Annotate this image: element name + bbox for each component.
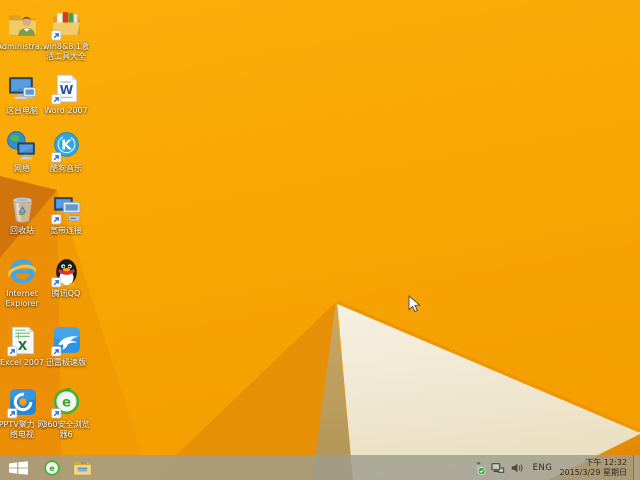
pptv-icon <box>6 389 36 419</box>
taskbar-clock[interactable]: 下午 12:32 2015/3/29 星期日 <box>559 458 627 477</box>
system-tray: ENG 下午 12:32 2015/3/29 星期日 <box>470 455 640 480</box>
desktop-icon-label: 腾讯QQ <box>51 289 81 298</box>
desktop-icon-label: 宽带连接 <box>50 226 82 235</box>
svg-text:e: e <box>49 464 54 473</box>
recycle-bin-icon <box>12 197 32 223</box>
desktop-icon-label: 360安全浏览器6 <box>42 420 90 439</box>
svg-text:e: e <box>61 396 70 411</box>
clock-date: 2015/3/29 星期日 <box>559 467 627 477</box>
books-folder-icon <box>50 12 80 41</box>
thunder-icon <box>50 327 80 357</box>
start-button[interactable] <box>0 455 37 480</box>
desktop-icon-tencent-qq[interactable]: 腾讯QQ <box>44 255 88 299</box>
internet-explorer-icon <box>7 259 36 284</box>
user-folder-icon <box>8 15 36 36</box>
desktop-icon-this-pc[interactable]: 这台电脑 <box>0 72 44 116</box>
desktop-icon-label: Word 2007 <box>44 106 88 115</box>
desktop-icon-broadband[interactable]: 宽带连接 <box>44 192 88 236</box>
word-icon: W <box>50 74 77 105</box>
desktop-icon-recycle-bin[interactable]: 回收站 <box>0 192 44 236</box>
taskbar: e ENG 下午 12:32 2015/3/29 星期日 <box>0 455 640 480</box>
language-indicator[interactable]: ENG <box>533 463 553 473</box>
taskbar-file-explorer[interactable] <box>67 455 97 480</box>
mouse-cursor <box>408 295 421 313</box>
desktop-icon-thunder[interactable]: 迅雷极速版 <box>44 324 88 368</box>
desktop-icon-label: win8&8.1激活工具大全 <box>43 42 89 61</box>
svg-text:K: K <box>61 139 72 154</box>
desktop-icon-internet-explorer[interactable]: Internet Explorer <box>0 255 44 309</box>
desktop-icon-label: 酷狗音乐 <box>50 164 82 173</box>
windows-logo-icon <box>9 460 28 475</box>
desktop-icon-excel-2007[interactable]: X Excel 2007 <box>0 324 44 368</box>
desktop-icon-administrator[interactable]: Administra... <box>0 8 47 52</box>
taskbar-360-browser[interactable]: e <box>37 455 67 480</box>
desktop-icon-360-browser[interactable]: e 360安全浏览器6 <box>42 386 90 440</box>
svg-text:X: X <box>17 339 27 353</box>
desktop-icon-label: 迅雷极速版 <box>46 358 86 367</box>
360-browser-icon: e <box>44 459 60 476</box>
usb-safely-remove-icon[interactable] <box>472 461 486 475</box>
clock-time: 下午 12:32 <box>585 458 627 467</box>
this-pc-icon <box>8 77 36 100</box>
svg-text:W: W <box>59 83 73 97</box>
volume-icon[interactable] <box>510 461 524 475</box>
network-icon <box>6 131 35 160</box>
file-explorer-icon <box>73 461 91 475</box>
excel-icon: X <box>6 326 34 357</box>
network-status-icon[interactable] <box>491 461 505 475</box>
qq-icon <box>50 259 77 288</box>
broadband-icon <box>50 197 80 225</box>
desktop-icon-pptv[interactable]: PPTV聚力 网络电视 <box>0 386 45 440</box>
show-desktop-button[interactable] <box>633 455 640 480</box>
360-browser-icon: e <box>50 387 79 419</box>
desktop-icon-network[interactable]: 网络 <box>0 130 44 174</box>
desktop-icon-word-2007[interactable]: W Word 2007 <box>44 72 88 116</box>
desktop-icon-kugou[interactable]: K 酷狗音乐 <box>44 130 88 174</box>
kugou-icon: K <box>50 132 79 163</box>
desktop-icon-win8-tools[interactable]: win8&8.1激活工具大全 <box>43 8 89 62</box>
desktop-wallpaper <box>0 0 640 480</box>
